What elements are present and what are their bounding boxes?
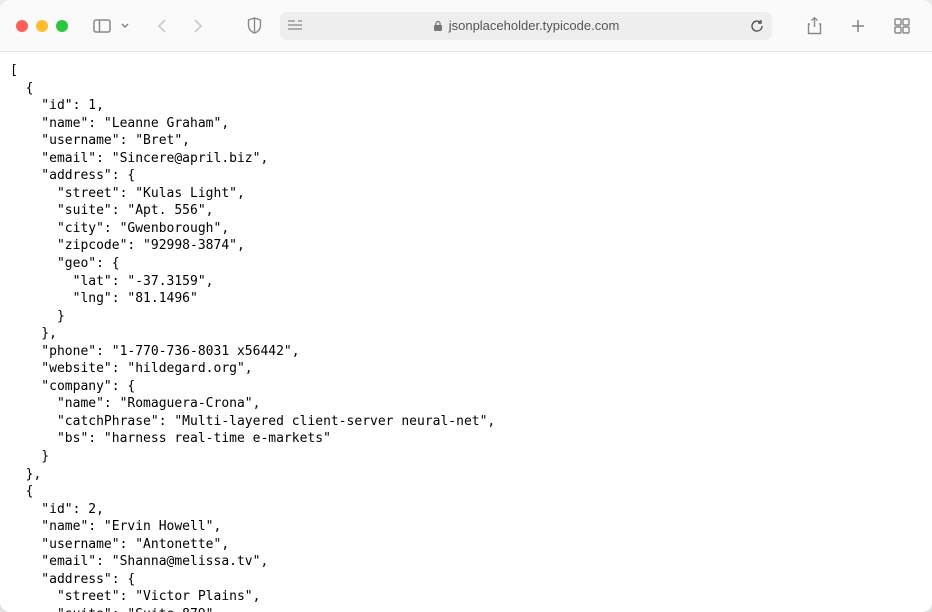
toolbar: jsonplaceholder.typicode.com xyxy=(0,0,932,52)
maximize-window-button[interactable] xyxy=(56,20,68,32)
minimize-window-button[interactable] xyxy=(36,20,48,32)
browser-window: jsonplaceholder.typicode.com xyxy=(0,0,932,612)
back-button[interactable] xyxy=(148,12,176,40)
close-window-button[interactable] xyxy=(16,20,28,32)
url-text: jsonplaceholder.typicode.com xyxy=(449,18,620,33)
share-button[interactable] xyxy=(800,12,828,40)
window-controls xyxy=(16,20,68,32)
json-response-body[interactable]: [ { "id": 1, "name": "Leanne Graham", "u… xyxy=(0,52,932,612)
reader-mode-icon[interactable] xyxy=(288,20,302,32)
privacy-report-button[interactable] xyxy=(240,12,268,40)
address-bar[interactable]: jsonplaceholder.typicode.com xyxy=(280,12,772,40)
tab-overview-button[interactable] xyxy=(888,12,916,40)
new-tab-button[interactable] xyxy=(844,12,872,40)
lock-icon xyxy=(433,20,443,32)
sidebar-toggle-button[interactable] xyxy=(88,12,116,40)
sidebar-dropdown-icon[interactable] xyxy=(118,12,132,40)
forward-button[interactable] xyxy=(184,12,212,40)
reload-button[interactable] xyxy=(750,19,764,33)
